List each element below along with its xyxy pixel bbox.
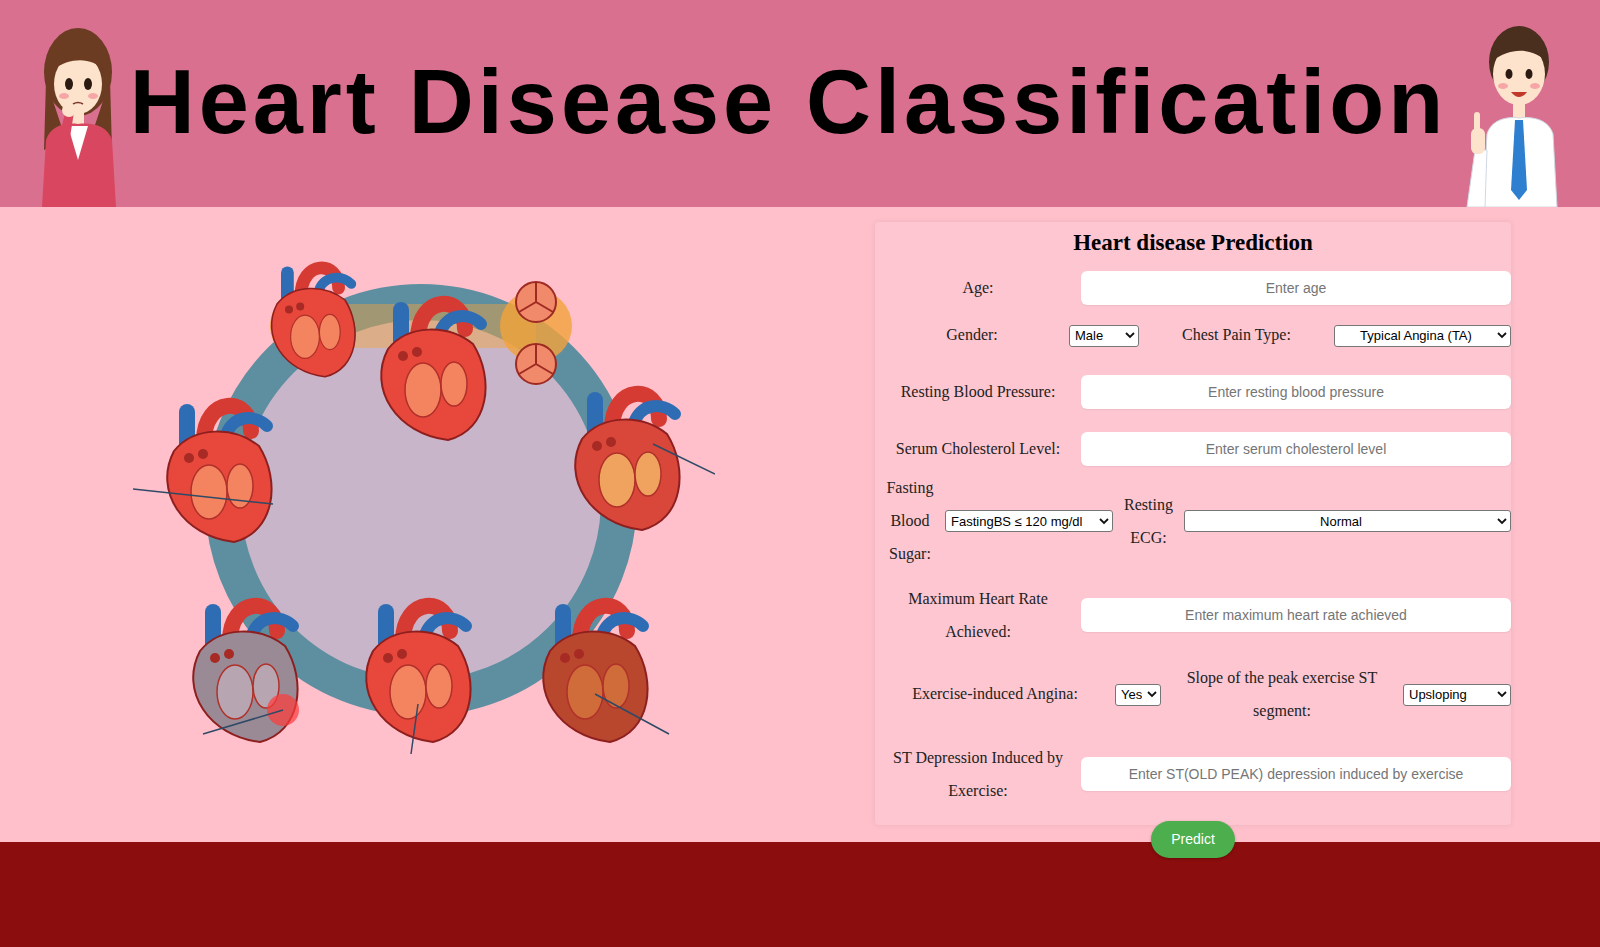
- resting-bp-label: Resting Blood Pressure:: [875, 380, 1081, 404]
- fasting-bs-select[interactable]: FastingBS ≤ 120 mg/dl: [945, 510, 1113, 532]
- oldpeak-label: ST Depression Induced by Exercise:: [875, 741, 1081, 807]
- max-hr-label: Maximum Heart Rate Achieved:: [875, 582, 1081, 648]
- pointer-line: [133, 489, 273, 504]
- st-slope-label: Slope of the peak exercise ST segment:: [1161, 661, 1403, 727]
- form-title: Heart disease Prediction: [875, 229, 1511, 257]
- chevron-down-icon: [1125, 330, 1135, 340]
- chest-pain-select-wrapper: Typical Angina (TA): [1334, 323, 1511, 347]
- cholesterol-input[interactable]: [1081, 432, 1511, 466]
- resting-bp-row: Resting Blood Pressure:: [875, 375, 1511, 409]
- chevron-down-icon: [1497, 689, 1507, 699]
- chevron-down-icon: [1147, 689, 1157, 699]
- fasting-bs-label: Fasting Blood Sugar:: [875, 471, 945, 570]
- chevron-down-icon: [1099, 516, 1109, 526]
- chevron-down-icon: [1497, 516, 1507, 526]
- resting-bp-input[interactable]: [1081, 375, 1511, 409]
- oldpeak-row: ST Depression Induced by Exercise:: [875, 741, 1511, 807]
- gender-select-wrapper: Male: [1069, 323, 1139, 347]
- pointer-line: [203, 710, 283, 734]
- exercise-angina-select[interactable]: Yes: [1115, 684, 1161, 706]
- footer-bar: [0, 842, 1600, 947]
- pointer-line: [653, 444, 715, 474]
- oldpeak-input[interactable]: [1081, 757, 1511, 791]
- header-banner: Heart Disease Classification: [0, 0, 1600, 207]
- form-column: Heart disease Prediction Age: Gender:MaleC…: [875, 207, 1511, 842]
- valve-stenosis-icon: [516, 344, 556, 384]
- congenital-heart-icon: [167, 404, 271, 542]
- gender-label: Gender:: [875, 323, 1069, 347]
- pointing-man-icon: [1457, 0, 1564, 207]
- thinking-woman-icon: [36, 0, 120, 207]
- gender-select[interactable]: Male: [1069, 325, 1139, 347]
- st-slope-select[interactable]: Upsloping: [1403, 684, 1511, 706]
- gender-row: Gender:MaleChest Pain Type:Typical Angin…: [875, 320, 1511, 350]
- electrical-heart-icon: [543, 604, 647, 742]
- coronary-heart-icon: [272, 266, 355, 376]
- max-hr-row: Maximum Heart Rate Achieved:: [875, 582, 1511, 648]
- arrhythmia-heart-icon: [575, 392, 679, 530]
- resting-ecg-select-wrapper: Normal: [1184, 509, 1511, 533]
- exercise-angina-select-wrapper: Yes: [1115, 682, 1161, 706]
- st-slope-select-wrapper: Upsloping: [1403, 682, 1511, 706]
- app-page: Heart Disease Classification Heart diseas…: [0, 0, 1600, 947]
- resting-ecg-label: Resting ECG:: [1113, 488, 1184, 554]
- age-row: Age:: [875, 271, 1511, 305]
- content-area: Heart disease Prediction Age: Gender:MaleC…: [0, 207, 1600, 842]
- cholesterol-label: Serum Cholesterol Level:: [875, 437, 1081, 461]
- pointer-line: [411, 704, 418, 754]
- heart-disease-types-illustration: [133, 224, 715, 816]
- cholesterol-row: Serum Cholesterol Level:: [875, 432, 1511, 466]
- fasting-bs-select-wrapper: FastingBS ≤ 120 mg/dl: [945, 509, 1113, 533]
- exercise-angina-label: Exercise-induced Angina:: [875, 682, 1115, 706]
- age-input[interactable]: [1081, 271, 1511, 305]
- prediction-form: Heart disease Prediction Age: Gender:MaleC…: [875, 222, 1511, 825]
- max-hr-input[interactable]: [1081, 598, 1511, 632]
- age-label: Age:: [875, 276, 1081, 300]
- page-title: Heart Disease Classification: [130, 57, 1448, 151]
- valve-normal-icon: [516, 282, 556, 322]
- illustration-column: [0, 207, 875, 842]
- cardiomyopathy-heart-icon: [366, 604, 470, 742]
- fasting-ecg-row: Fasting Blood Sugar:FastingBS ≤ 120 mg/d…: [875, 471, 1511, 570]
- chest-pain-label: Chest Pain Type:: [1139, 323, 1334, 347]
- valve-heart-icon: [381, 302, 485, 440]
- chest-pain-select[interactable]: Typical Angina (TA): [1334, 325, 1511, 347]
- chevron-down-icon: [1497, 330, 1507, 340]
- pointer-line: [595, 694, 669, 734]
- resting-ecg-select[interactable]: Normal: [1184, 510, 1511, 532]
- predict-button[interactable]: Predict: [1151, 821, 1235, 858]
- angina-slope-row: Exercise-induced Angina:YesSlope of the …: [875, 661, 1511, 727]
